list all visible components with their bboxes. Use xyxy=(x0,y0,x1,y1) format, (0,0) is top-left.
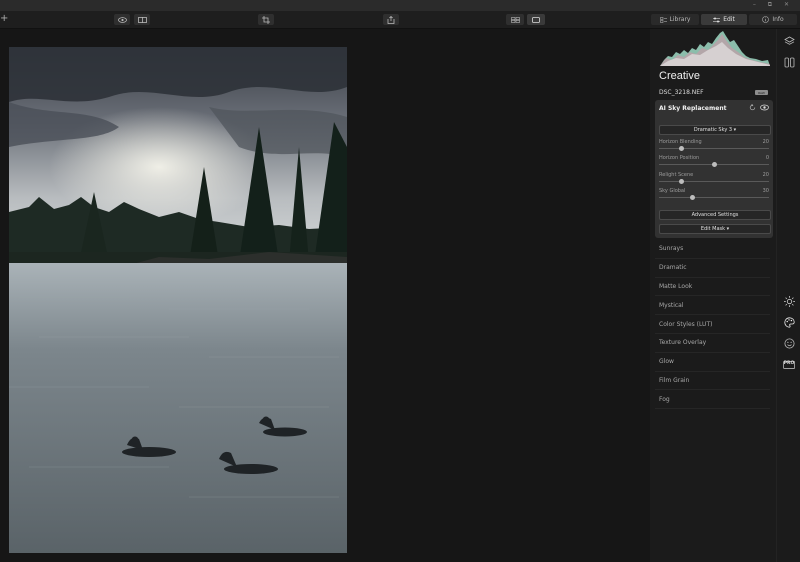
tab-edit-label: Edit xyxy=(723,16,735,23)
grid-view-button[interactable] xyxy=(506,14,524,25)
sky-card-title[interactable]: AI Sky Replacement xyxy=(659,105,726,112)
top-toolbar: + xyxy=(0,11,650,29)
lake-loons-photo xyxy=(9,47,347,553)
compare-icon xyxy=(137,16,147,23)
sky-global-label: Sky Global xyxy=(659,188,686,194)
crop-icon xyxy=(262,15,270,24)
creative-tools-list: Sunrays Dramatic Matte Look Mystical Col… xyxy=(655,240,770,410)
tool-texture-overlay[interactable]: Texture Overlay xyxy=(655,334,770,353)
tab-library-label: Library xyxy=(669,16,691,23)
slider-thumb[interactable] xyxy=(679,146,684,151)
essentials-button[interactable] xyxy=(783,295,795,307)
presets-button[interactable] xyxy=(783,56,795,68)
tool-film-grain[interactable]: Film Grain xyxy=(655,372,770,391)
single-view-icon xyxy=(532,16,540,23)
tool-color-styles[interactable]: Color Styles (LUT) xyxy=(655,315,770,334)
export-button[interactable] xyxy=(383,14,399,25)
photo-preview[interactable] xyxy=(9,47,347,553)
portrait-button[interactable] xyxy=(783,337,795,349)
layers-button[interactable] xyxy=(783,35,795,47)
tool-fog[interactable]: Fog xyxy=(655,390,770,410)
library-icon xyxy=(659,16,667,23)
sliders-icon xyxy=(713,17,721,22)
edit-mask-button[interactable]: Edit Mask ▾ xyxy=(659,224,771,234)
tab-library[interactable]: Library xyxy=(651,14,699,25)
add-button[interactable]: + xyxy=(0,13,8,24)
sky-preset-dropdown[interactable]: Dramatic Sky 3 ▾ xyxy=(659,125,771,135)
horizon-position-value: 0 xyxy=(765,155,769,161)
panel-tabs: Library Edit Info xyxy=(650,11,800,29)
tab-info-label: Info xyxy=(772,16,784,23)
single-view-button[interactable] xyxy=(527,14,545,25)
tool-sunrays[interactable]: Sunrays xyxy=(655,240,770,259)
slider-thumb[interactable] xyxy=(679,179,684,184)
horizon-position-slider[interactable]: Horizon Position 0 xyxy=(659,155,769,169)
grid-icon xyxy=(510,16,520,23)
tool-glow[interactable]: Glow xyxy=(655,353,770,372)
slider-track[interactable] xyxy=(659,148,769,149)
horizon-position-label: Horizon Position xyxy=(659,155,700,161)
title-bar: – ⧉ ✕ xyxy=(0,0,800,11)
pro-label: PRO xyxy=(783,361,795,366)
sky-global-value: 30 xyxy=(762,188,769,194)
tool-dramatic[interactable]: Dramatic xyxy=(655,259,770,278)
pro-button[interactable]: PRO xyxy=(783,359,795,371)
creative-button[interactable] xyxy=(783,316,795,328)
face-icon xyxy=(784,338,794,348)
presets-icon xyxy=(784,57,794,67)
tab-info[interactable]: Info xyxy=(749,14,797,25)
palette-icon xyxy=(783,316,795,328)
relight-scene-slider[interactable]: Relight Scene 20 xyxy=(659,172,769,186)
slider-track[interactable] xyxy=(659,197,769,198)
sky-global-slider[interactable]: Sky Global 30 xyxy=(659,188,769,202)
relight-scene-value: 20 xyxy=(762,172,769,178)
category-strip: PRO xyxy=(776,29,800,562)
eye-icon xyxy=(117,16,127,23)
panel-title: Creative xyxy=(659,70,700,82)
slider-track[interactable] xyxy=(659,181,769,182)
sun-icon xyxy=(783,295,795,307)
visibility-eye-icon[interactable] xyxy=(760,104,769,111)
tool-mystical[interactable]: Mystical xyxy=(655,296,770,316)
horizon-blending-slider[interactable]: Horizon Blending 20 xyxy=(659,139,769,153)
layers-icon xyxy=(783,36,795,45)
raw-badge: RAW xyxy=(755,90,768,95)
preview-eye-button[interactable] xyxy=(114,14,130,25)
advanced-settings-button[interactable]: Advanced Settings xyxy=(659,210,771,220)
info-icon xyxy=(762,16,770,23)
window-controls[interactable]: – ⧉ ✕ xyxy=(753,1,794,9)
horizon-blending-value: 20 xyxy=(762,139,769,145)
slider-thumb[interactable] xyxy=(690,195,695,200)
tab-edit[interactable]: Edit xyxy=(701,14,747,25)
reset-icon[interactable] xyxy=(749,104,756,111)
relight-scene-label: Relight Scene xyxy=(659,172,694,178)
compare-button[interactable] xyxy=(134,14,150,25)
horizon-blending-label: Horizon Blending xyxy=(659,139,702,145)
tool-matte-look[interactable]: Matte Look xyxy=(655,278,770,297)
slider-thumb[interactable] xyxy=(712,162,717,167)
file-name: DSC_3218.NEF xyxy=(659,89,704,96)
crop-button[interactable] xyxy=(258,14,274,25)
sky-replacement-card: AI Sky Replacement Dramatic Sky 3 ▾ Hori… xyxy=(655,100,773,238)
histogram xyxy=(660,31,770,66)
share-icon xyxy=(387,15,395,24)
